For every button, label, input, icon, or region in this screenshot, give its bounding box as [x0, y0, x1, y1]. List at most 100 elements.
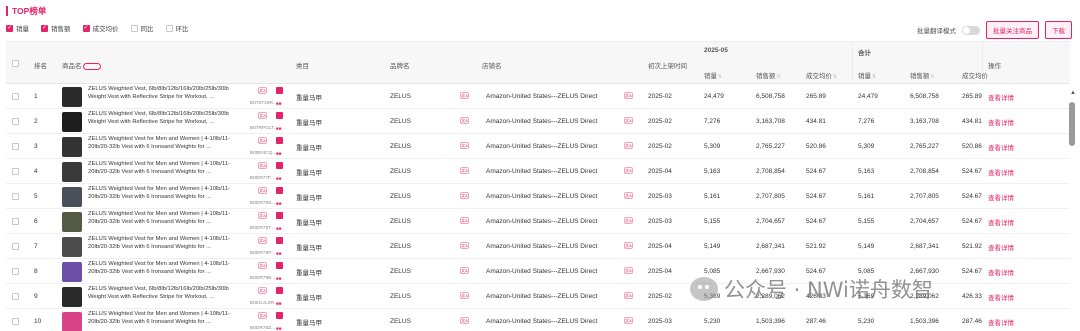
favorite-icon[interactable] — [276, 212, 283, 219]
brand-translate-icon[interactable]: 文A — [460, 267, 469, 274]
product-thumbnail[interactable] — [62, 261, 82, 282]
favorite-icon[interactable] — [276, 87, 283, 94]
row-checkbox[interactable] — [12, 268, 19, 275]
filter-revenue[interactable]: 销售额 — [41, 23, 71, 33]
brand-translate-icon[interactable]: 文A — [460, 117, 469, 124]
shop-translate-icon[interactable]: 文A — [624, 242, 633, 249]
translate-icon[interactable]: 文A — [258, 237, 267, 244]
view-details-link[interactable]: 查看详情 — [988, 184, 1014, 209]
product-thumbnail[interactable] — [62, 211, 82, 232]
shop-translate-icon[interactable]: 文A — [624, 142, 633, 149]
translate-icon[interactable]: 文A — [258, 162, 267, 169]
brand-translate-icon[interactable]: 文A — [460, 192, 469, 199]
brand-translate-icon[interactable]: 文A — [460, 292, 469, 299]
view-details-link[interactable]: 查看详情 — [988, 284, 1014, 309]
translate-icon[interactable]: 文A — [258, 187, 267, 194]
brand-translate-icon[interactable]: 文A — [460, 242, 469, 249]
translate-icon[interactable]: 文A — [258, 87, 267, 94]
product-thumbnail[interactable] — [62, 161, 82, 182]
shop-translate-icon[interactable]: 文A — [624, 92, 633, 99]
checkbox-icon[interactable] — [41, 24, 48, 32]
brand-translate-icon[interactable]: 文A — [460, 92, 469, 99]
product-name[interactable]: ZELUS Weighted Vest for Men and Women | … — [88, 136, 248, 152]
shop-translate-icon[interactable]: 文A — [624, 217, 633, 224]
select-all-checkbox[interactable] — [12, 60, 19, 67]
toggle-icon[interactable] — [83, 62, 102, 70]
filter-yoy[interactable]: 同比 — [130, 23, 154, 33]
translate-icon[interactable]: 文A — [258, 287, 267, 294]
product-name[interactable]: ZELUS Weighted Vest for Men and Women | … — [88, 186, 248, 202]
view-details-link[interactable]: 查看详情 — [988, 109, 1014, 134]
product-name[interactable]: ZELUS Weighted Vest for Men and Women | … — [88, 261, 248, 277]
header-revenue[interactable]: 销售额⇅ — [756, 70, 781, 80]
checkbox-icon[interactable] — [6, 24, 13, 32]
shop-translate-icon[interactable]: 文A — [624, 292, 633, 299]
view-details-link[interactable]: 查看详情 — [988, 209, 1014, 234]
checkbox-icon[interactable] — [82, 24, 90, 32]
translate-icon[interactable]: 文A — [258, 112, 267, 119]
view-details-link[interactable]: 查看详情 — [988, 259, 1014, 284]
product-name[interactable]: ZELUS Weighted Vest, 6lb/8lb/12lb/16lb/2… — [88, 86, 248, 102]
brand-translate-icon[interactable]: 文A — [460, 217, 469, 224]
header-avg-price[interactable]: 成交均价⇅ — [806, 70, 837, 80]
row-checkbox[interactable] — [12, 193, 19, 200]
row-checkbox[interactable] — [12, 143, 19, 150]
translate-icon[interactable]: 文A — [258, 262, 267, 269]
row-checkbox[interactable] — [12, 293, 19, 300]
filter-sales[interactable]: 销量 — [6, 23, 29, 33]
brand-translate-icon[interactable]: 文A — [460, 167, 469, 174]
row-checkbox[interactable] — [12, 218, 19, 225]
row-checkbox[interactable] — [12, 93, 19, 100]
filter-mom[interactable]: 环比 — [165, 23, 189, 33]
favorite-icon[interactable] — [276, 237, 283, 244]
view-details-link[interactable]: 查看详情 — [988, 159, 1014, 184]
batch-follow-button[interactable]: 批量关注商品 — [986, 21, 1039, 39]
product-thumbnail[interactable] — [62, 86, 82, 107]
view-details-link[interactable]: 查看详情 — [988, 84, 1014, 109]
favorite-icon[interactable] — [276, 287, 283, 294]
translate-icon[interactable]: 文A — [258, 137, 267, 144]
favorite-icon[interactable] — [276, 312, 283, 319]
product-thumbnail[interactable] — [62, 136, 82, 157]
header-total-sales[interactable]: 销量⇅ — [858, 70, 876, 80]
checkbox-icon[interactable] — [165, 24, 173, 32]
view-details-link[interactable]: 查看详情 — [988, 134, 1014, 159]
product-name[interactable]: ZELUS Weighted Vest, 6lb/8lb/12lb/16lb/2… — [88, 286, 248, 302]
favorite-icon[interactable] — [276, 112, 283, 119]
row-checkbox[interactable] — [12, 243, 19, 250]
row-checkbox[interactable] — [12, 118, 19, 125]
product-thumbnail[interactable] — [62, 286, 82, 307]
header-total-revenue[interactable]: 销售额⇅ — [910, 70, 935, 80]
vertical-scrollbar[interactable] — [1069, 102, 1075, 146]
header-total-avg-price[interactable]: 成交均价 — [962, 70, 988, 80]
shop-translate-icon[interactable]: 文A — [624, 192, 633, 199]
row-checkbox[interactable] — [12, 168, 19, 175]
filter-avg-price[interactable]: 成交均价 — [82, 23, 119, 33]
translate-icon[interactable]: 文A — [258, 212, 267, 219]
product-thumbnail[interactable] — [62, 311, 82, 331]
row-checkbox[interactable] — [12, 318, 19, 325]
product-thumbnail[interactable] — [62, 236, 82, 257]
download-button[interactable]: 下载 — [1045, 21, 1072, 39]
header-product-name[interactable]: 商品名 — [62, 60, 102, 70]
shop-translate-icon[interactable]: 文A — [624, 117, 633, 124]
favorite-icon[interactable] — [276, 162, 283, 169]
shop-translate-icon[interactable]: 文A — [624, 167, 633, 174]
product-name[interactable]: ZELUS Weighted Vest for Men and Women | … — [88, 161, 248, 177]
favorite-icon[interactable] — [276, 137, 283, 144]
scroll-up-icon[interactable]: ▲ — [1070, 90, 1076, 96]
brand-translate-icon[interactable]: 文A — [460, 317, 469, 324]
product-name[interactable]: ZELUS Weighted Vest for Men and Women | … — [88, 211, 248, 227]
favorite-icon[interactable] — [276, 262, 283, 269]
translate-mode-toggle[interactable] — [962, 25, 980, 35]
shop-translate-icon[interactable]: 文A — [624, 267, 633, 274]
header-sales[interactable]: 销量⇅ — [704, 70, 722, 80]
translate-icon[interactable]: 文A — [258, 312, 267, 319]
product-name[interactable]: ZELUS Weighted Vest, 6lb/8lb/12lb/16lb/2… — [88, 111, 248, 127]
product-name[interactable]: ZELUS Weighted Vest for Men and Women | … — [88, 311, 248, 327]
view-details-link[interactable]: 查看详情 — [988, 234, 1014, 259]
product-thumbnail[interactable] — [62, 111, 82, 132]
product-thumbnail[interactable] — [62, 186, 82, 207]
favorite-icon[interactable] — [276, 187, 283, 194]
view-details-link[interactable]: 查看详情 — [988, 309, 1014, 331]
